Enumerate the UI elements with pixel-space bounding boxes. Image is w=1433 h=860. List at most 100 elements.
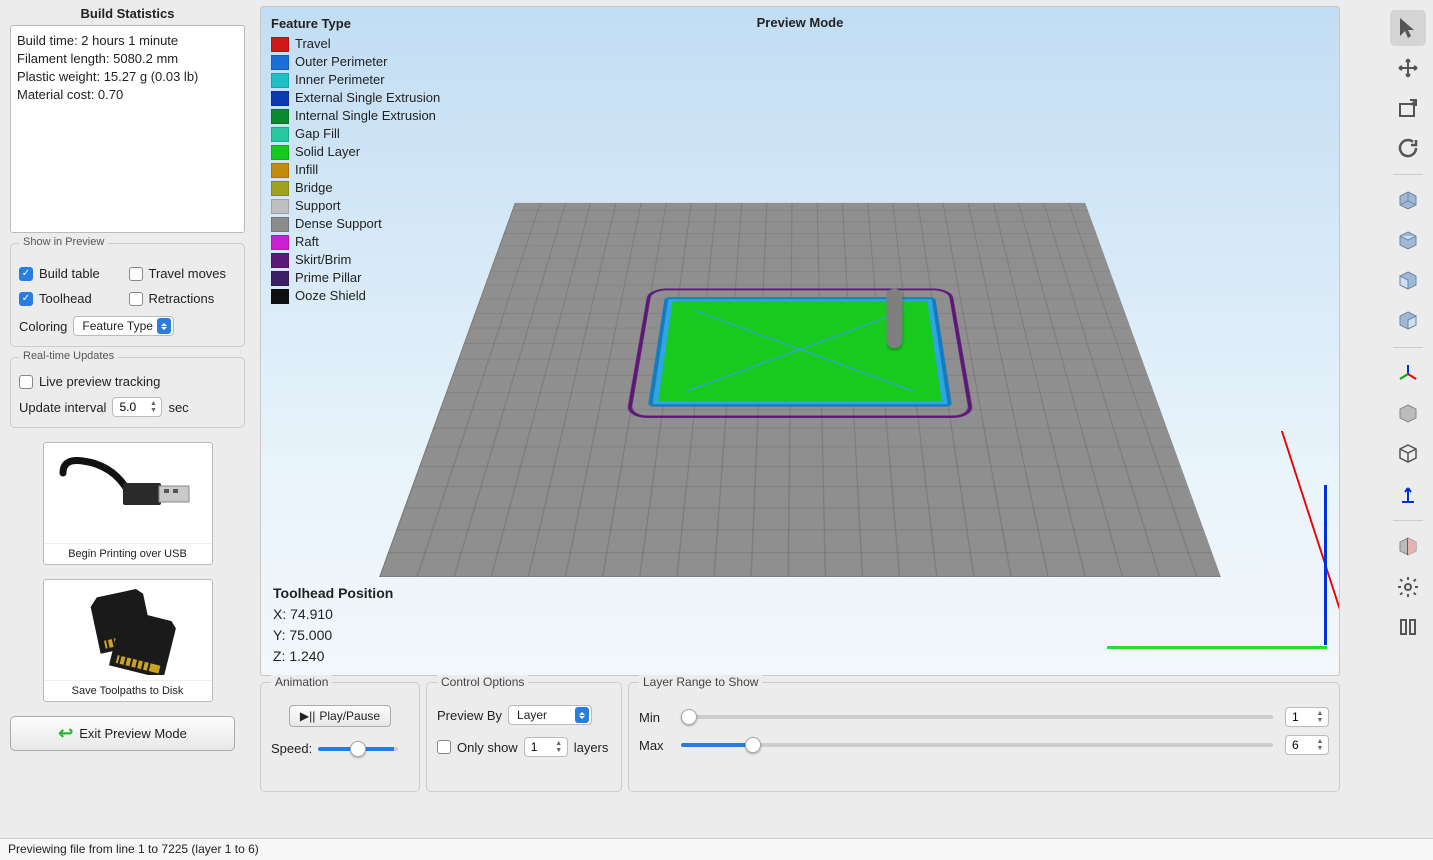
max-slider[interactable] [681,743,1273,747]
toolhead-checkbox[interactable] [19,292,33,306]
play-pause-label: Play/Pause [319,709,380,723]
travel-moves-label: Travel moves [149,266,227,281]
toolhead-z: Z: 1.240 [273,646,393,667]
zoom-extents-tool[interactable] [1390,90,1426,126]
legend-swatch [271,145,289,160]
side-view-tool[interactable] [1390,303,1426,339]
top-view-tool[interactable] [1390,223,1426,259]
build-table-label: Build table [39,266,100,281]
select-arrows-icon [575,707,589,723]
stepper-down-icon[interactable]: ▼ [147,407,159,414]
legend-swatch [271,199,289,214]
status-bar: Previewing file from line 1 to 7225 (lay… [0,838,1433,860]
legend-swatch [271,73,289,88]
section-view-tool[interactable] [1390,529,1426,565]
toolhead-y: Y: 75.000 [273,625,393,646]
iso-view-tool[interactable] [1390,183,1426,219]
realtime-updates-title: Real-time Updates [19,350,118,362]
preview-viewport[interactable]: Preview Mode Feature Type TravelOuter Pe… [260,6,1340,676]
reset-view-tool[interactable] [1390,130,1426,166]
retractions-checkbox[interactable] [129,292,143,306]
left-panel: Build Statistics Build time: 2 hours 1 m… [10,6,245,751]
stepper-down-icon[interactable]: ▼ [1314,745,1326,752]
stat-weight: Plastic weight: 15.27 g (0.03 lb) [17,68,238,86]
coloring-select[interactable]: Feature Type [73,316,174,336]
wireframe-tool[interactable] [1390,436,1426,472]
stepper-up-icon[interactable]: ▲ [553,740,565,747]
pan-tool[interactable] [1390,50,1426,86]
min-label: Min [639,710,669,725]
axis-z-icon [1324,485,1327,645]
max-stepper[interactable]: ▲▼ [1285,735,1329,755]
bottom-control-bar: Animation ▶|| Play/Pause Speed: Control … [260,682,1340,792]
stepper-down-icon[interactable]: ▼ [553,747,565,754]
speed-slider[interactable] [318,747,398,751]
axis-y-icon [1281,431,1340,641]
save-disk-caption: Save Toolpaths to Disk [44,680,212,701]
sd-card-image [44,580,212,680]
stepper-up-icon[interactable]: ▲ [147,400,159,407]
machine-tool[interactable] [1390,609,1426,645]
legend-swatch [271,91,289,106]
play-pause-button[interactable]: ▶|| Play/Pause [289,705,391,727]
legend-swatch [271,181,289,196]
legend-swatch [271,271,289,286]
update-interval-stepper[interactable]: ▲▼ [112,397,162,417]
solid-shading-tool[interactable] [1390,396,1426,432]
save-disk-card[interactable]: Save Toolpaths to Disk [43,579,213,702]
axes-tool[interactable] [1390,356,1426,392]
front-view-tool[interactable] [1390,263,1426,299]
update-interval-label: Update interval [19,400,106,415]
exit-preview-label: Exit Preview Mode [79,726,187,741]
select-tool[interactable] [1390,10,1426,46]
toolhead-label: Toolhead [39,291,92,306]
update-interval-input[interactable] [119,400,147,414]
right-toolbar [1387,6,1429,649]
print-usb-card[interactable]: Begin Printing over USB [43,442,213,565]
min-input[interactable] [1292,710,1312,724]
layer-range-title: Layer Range to Show [639,675,762,689]
max-label: Max [639,738,669,753]
stepper-up-icon[interactable]: ▲ [1314,738,1326,745]
legend-row: External Single Extrusion [271,89,440,107]
stepper-up-icon[interactable]: ▲ [1314,710,1326,717]
legend-swatch [271,289,289,304]
stat-filament: Filament length: 5080.2 mm [17,50,238,68]
normals-tool[interactable] [1390,476,1426,512]
settings-tool[interactable] [1390,569,1426,605]
legend-row: Outer Perimeter [271,53,440,71]
max-input[interactable] [1292,738,1312,752]
coloring-label: Coloring [19,319,67,334]
travel-moves-checkbox[interactable] [129,267,143,281]
build-plate-grid [379,203,1221,577]
legend-label: Travel [295,35,331,53]
feature-legend-title: Feature Type [271,15,440,33]
stat-cost: Material cost: 0.70 [17,86,238,104]
legend-label: Inner Perimeter [295,71,385,89]
only-show-stepper[interactable]: ▲▼ [524,737,568,757]
legend-swatch [271,37,289,52]
only-show-checkbox[interactable] [437,740,451,754]
live-preview-checkbox[interactable] [19,375,33,389]
toolhead-cylinder [887,289,903,349]
live-preview-label: Live preview tracking [39,374,160,389]
animation-title: Animation [271,675,332,689]
only-show-label: Only show [457,740,518,755]
exit-preview-button[interactable]: ↩ Exit Preview Mode [10,716,235,751]
stepper-down-icon[interactable]: ▼ [1314,717,1326,724]
control-options-group: Control Options Preview By Layer Only sh… [426,682,622,792]
build-table-checkbox[interactable] [19,267,33,281]
preview-by-select[interactable]: Layer [508,705,592,725]
legend-swatch [271,163,289,178]
min-stepper[interactable]: ▲▼ [1285,707,1329,727]
preview-by-label: Preview By [437,708,502,723]
build-statistics-title: Build Statistics [10,6,245,21]
legend-label: Infill [295,161,318,179]
select-arrows-icon [157,318,171,334]
min-slider[interactable] [681,715,1273,719]
toolhead-x: X: 74.910 [273,604,393,625]
legend-swatch [271,55,289,70]
show-in-preview-title: Show in Preview [19,236,108,248]
status-text: Previewing file from line 1 to 7225 (lay… [8,842,259,856]
only-show-input[interactable] [531,740,551,754]
